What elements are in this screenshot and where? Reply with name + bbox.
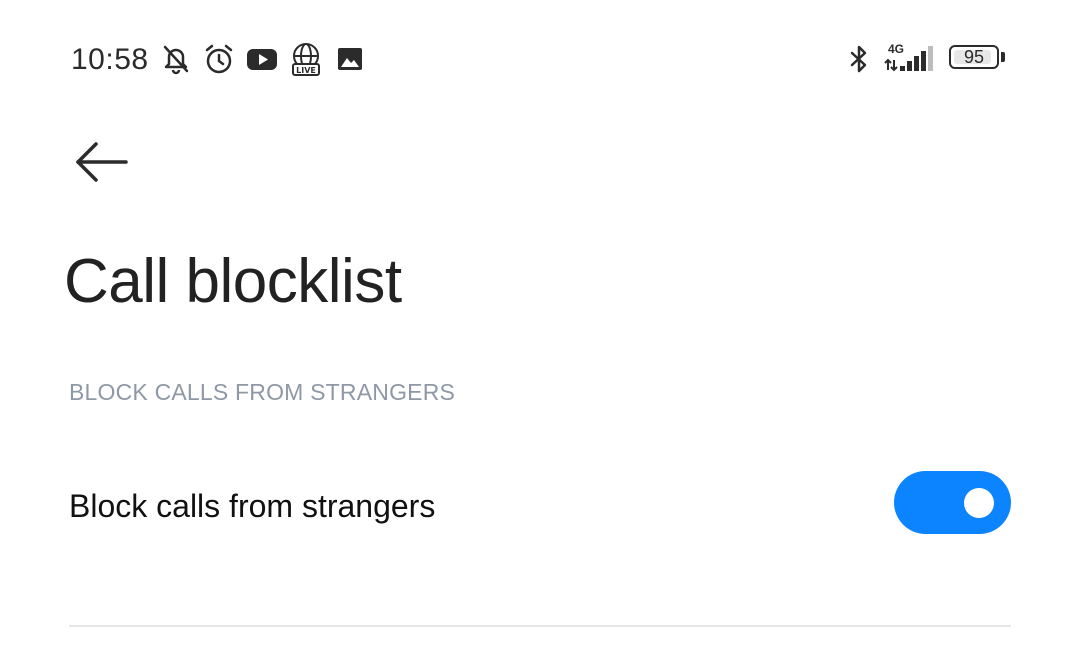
image-icon: [333, 42, 367, 76]
status-time: 10:58: [71, 43, 149, 76]
bell-off-icon: [159, 42, 193, 76]
setting-label: Block calls from strangers: [69, 488, 436, 524]
section-header: BLOCK CALLS FROM STRANGERS: [69, 379, 456, 405]
arrow-left-icon: [76, 142, 128, 182]
screen: 10:58 LIVE 4G 95 Call blocklist BLOCK CA…: [0, 0, 1080, 666]
page-title: Call blocklist: [64, 247, 402, 316]
battery-indicator: 95: [949, 45, 1005, 71]
back-button[interactable]: [66, 132, 136, 192]
battery-tip: [1001, 52, 1005, 62]
youtube-icon: [245, 42, 279, 76]
alarm-clock-icon: [202, 42, 236, 76]
toggle-knob[interactable]: [964, 488, 994, 518]
divider: [69, 625, 1011, 627]
battery-level: 95: [963, 47, 985, 67]
signal-4g-icon: [884, 42, 938, 76]
live-badge: LIVE: [296, 66, 316, 75]
live-globe-icon: LIVE: [288, 42, 324, 78]
bluetooth-icon: [842, 42, 876, 76]
block-strangers-toggle[interactable]: [894, 471, 1011, 534]
status-bar: 10:58 LIVE 4G 95: [0, 0, 1080, 120]
setting-row-block-strangers[interactable]: Block calls from strangers: [0, 450, 1080, 560]
